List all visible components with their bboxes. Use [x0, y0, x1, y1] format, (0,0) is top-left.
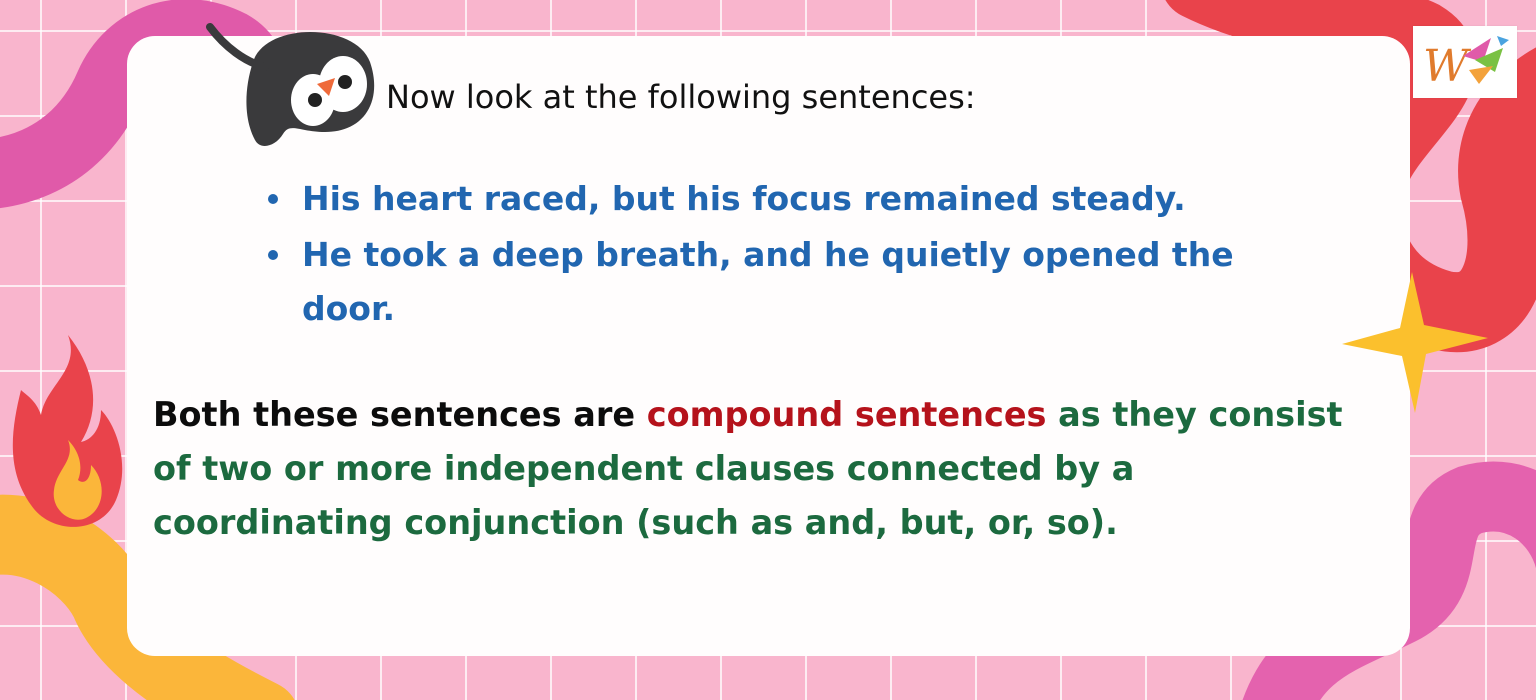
summary-text: Both these sentences are compound senten… [153, 388, 1353, 550]
example-sentences-list: His heart raced, but his focus remained … [262, 172, 1262, 336]
list-item: He took a deep breath, and he quietly op… [262, 228, 1262, 336]
highlighted-term: compound sentences [646, 395, 1047, 434]
star-burst-icon [1342, 272, 1488, 413]
bullet-dot [268, 250, 278, 260]
list-item: His heart raced, but his focus remained … [262, 172, 1262, 226]
example-sentence: His heart raced, but his focus remained … [302, 179, 1186, 218]
slide-background: W Now look at the following sentences: H… [0, 0, 1536, 700]
w-logo-icon: W [1423, 36, 1509, 92]
intro-text: Now look at the following sentences: [386, 78, 976, 116]
example-sentence: He took a deep breath, and he quietly op… [302, 235, 1234, 328]
svg-text:W: W [1423, 41, 1472, 92]
summary-lead: Both these sentences are [153, 395, 647, 434]
fire-icon [12, 335, 123, 527]
bullet-dot [268, 194, 278, 204]
penguin-icon [206, 23, 375, 146]
brand-logo: W [1413, 26, 1517, 98]
